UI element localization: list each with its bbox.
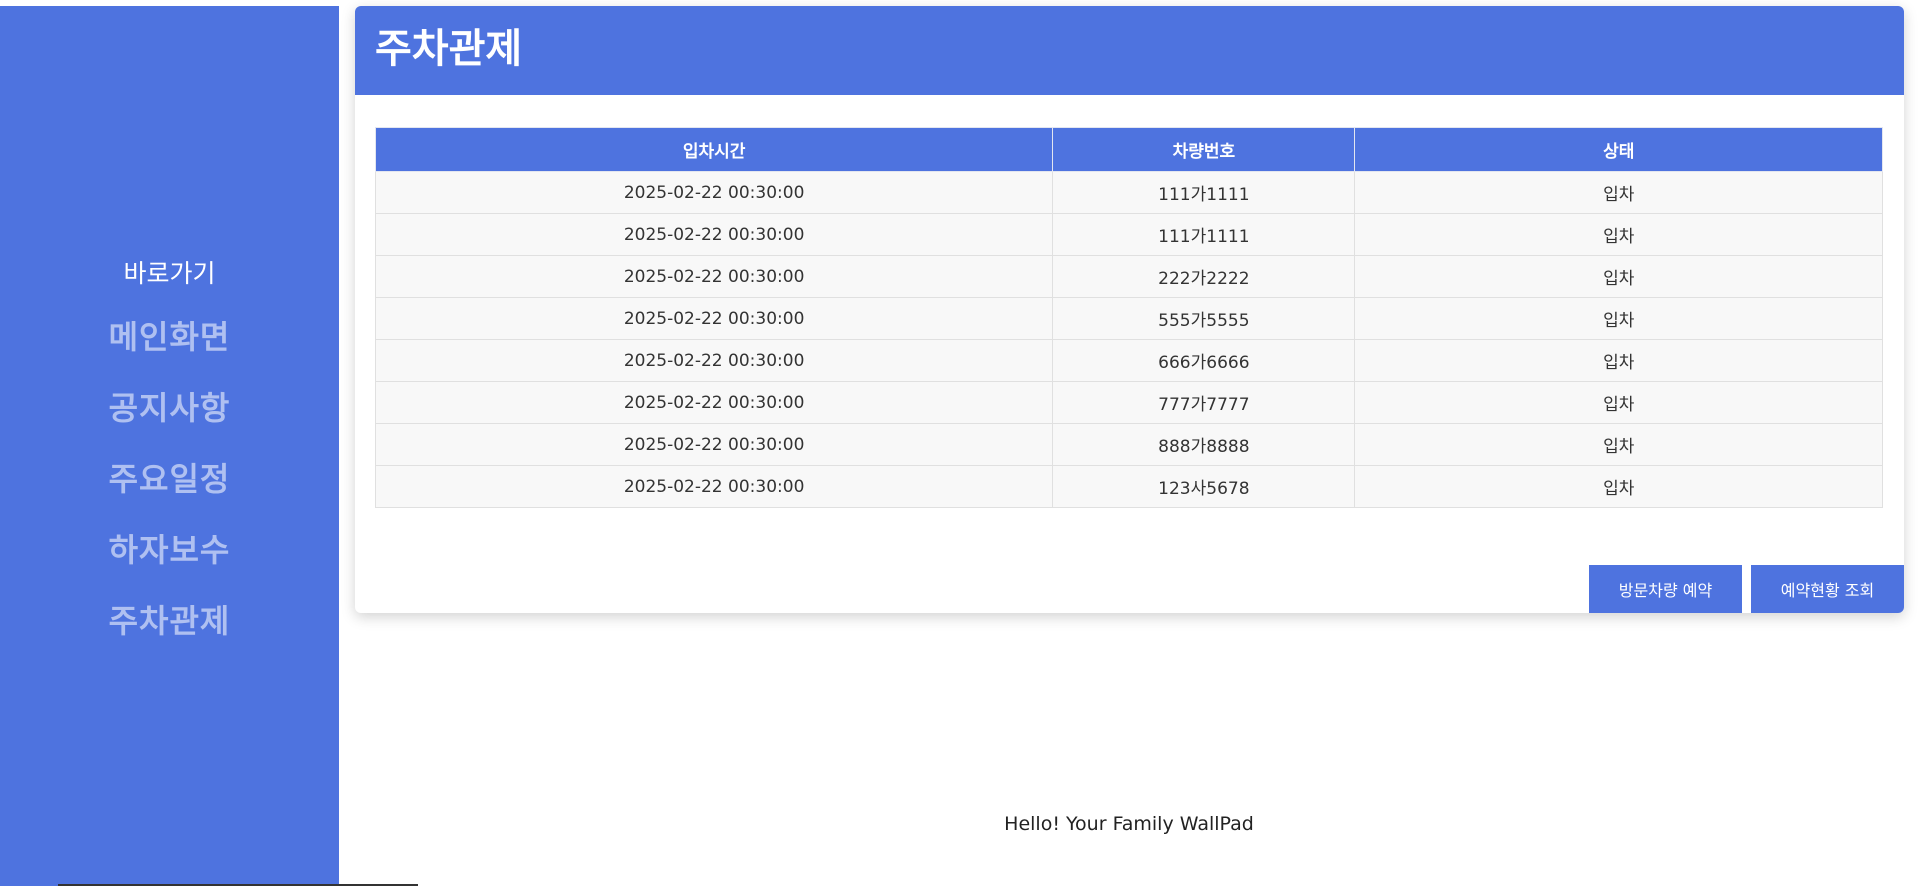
entry-time-cell: 2025-02-22 00:30:00: [374, 213, 1054, 256]
entry-time-cell: 2025-02-22 00:30:00: [374, 465, 1054, 508]
sidebar-item-repair[interactable]: 하자보수: [0, 525, 339, 571]
table-row: 2025-02-22 00:30:00 222가2222 입차: [374, 255, 1883, 298]
status-cell: 입차: [1354, 213, 1883, 256]
status-cell: 입차: [1354, 423, 1883, 466]
column-header-status: 상태: [1354, 127, 1883, 172]
status-cell: 입차: [1354, 381, 1883, 424]
sidebar-item-notice[interactable]: 공지사항: [0, 383, 339, 429]
reservation-lookup-button[interactable]: 예약현황 조회: [1751, 565, 1904, 613]
status-cell: 입차: [1354, 255, 1883, 298]
entry-time-cell: 2025-02-22 00:30:00: [374, 339, 1054, 382]
plate-cell: 111가1111: [1052, 213, 1356, 256]
table-row: 2025-02-22 00:30:00 888가8888 입차: [374, 423, 1883, 466]
plate-cell: 666가6666: [1052, 339, 1356, 382]
parking-card: 주차관제 입차시간 차량번호 상태 2025-02-22 00:30:00 11…: [355, 6, 1904, 613]
table-row: 2025-02-22 00:30:00 555가5555 입차: [374, 297, 1883, 340]
card-header: 주차관제: [355, 6, 1904, 95]
plate-cell: 888가8888: [1052, 423, 1356, 466]
status-cell: 입차: [1354, 339, 1883, 382]
plate-cell: 777가7777: [1052, 381, 1356, 424]
page-title: 주차관제: [375, 26, 523, 72]
status-cell: 입차: [1354, 297, 1883, 340]
sidebar-item-main[interactable]: 메인화면: [0, 312, 339, 358]
plate-cell: 222가2222: [1052, 255, 1356, 298]
table-row: 2025-02-22 00:30:00 111가1111 입차: [374, 171, 1883, 214]
status-cell: 입차: [1354, 171, 1883, 214]
plate-cell: 123사5678: [1052, 465, 1356, 508]
entry-time-cell: 2025-02-22 00:30:00: [374, 297, 1054, 340]
plate-cell: 555가5555: [1052, 297, 1356, 340]
column-header-entry-time: 입차시간: [374, 127, 1054, 172]
table-row: 2025-02-22 00:30:00 777가7777 입차: [374, 381, 1883, 424]
entry-time-cell: 2025-02-22 00:30:00: [374, 171, 1054, 214]
table-header-row: 입차시간 차량번호 상태: [374, 127, 1883, 172]
sidebar: 바로가기 메인화면 공지사항 주요일정 하자보수 주차관제: [0, 6, 339, 886]
footer-text: Hello! Your Family WallPad: [1004, 813, 1254, 835]
visitor-reservation-button[interactable]: 방문차량 예약: [1589, 565, 1742, 613]
parking-table: 입차시간 차량번호 상태 2025-02-22 00:30:00 111가111…: [374, 127, 1883, 508]
column-header-plate: 차량번호: [1052, 127, 1356, 172]
entry-time-cell: 2025-02-22 00:30:00: [374, 255, 1054, 298]
table-row: 2025-02-22 00:30:00 111가1111 입차: [374, 213, 1883, 256]
table-row: 2025-02-22 00:30:00 666가6666 입차: [374, 339, 1883, 382]
entry-time-cell: 2025-02-22 00:30:00: [374, 423, 1054, 466]
table-row: 2025-02-22 00:30:00 123사5678 입차: [374, 465, 1883, 508]
sidebar-shortcut-label: 바로가기: [123, 259, 216, 288]
status-cell: 입차: [1354, 465, 1883, 508]
sidebar-item-schedule[interactable]: 주요일정: [0, 454, 339, 500]
sidebar-item-parking[interactable]: 주차관제: [0, 596, 339, 642]
plate-cell: 111가1111: [1052, 171, 1356, 214]
entry-time-cell: 2025-02-22 00:30:00: [374, 381, 1054, 424]
